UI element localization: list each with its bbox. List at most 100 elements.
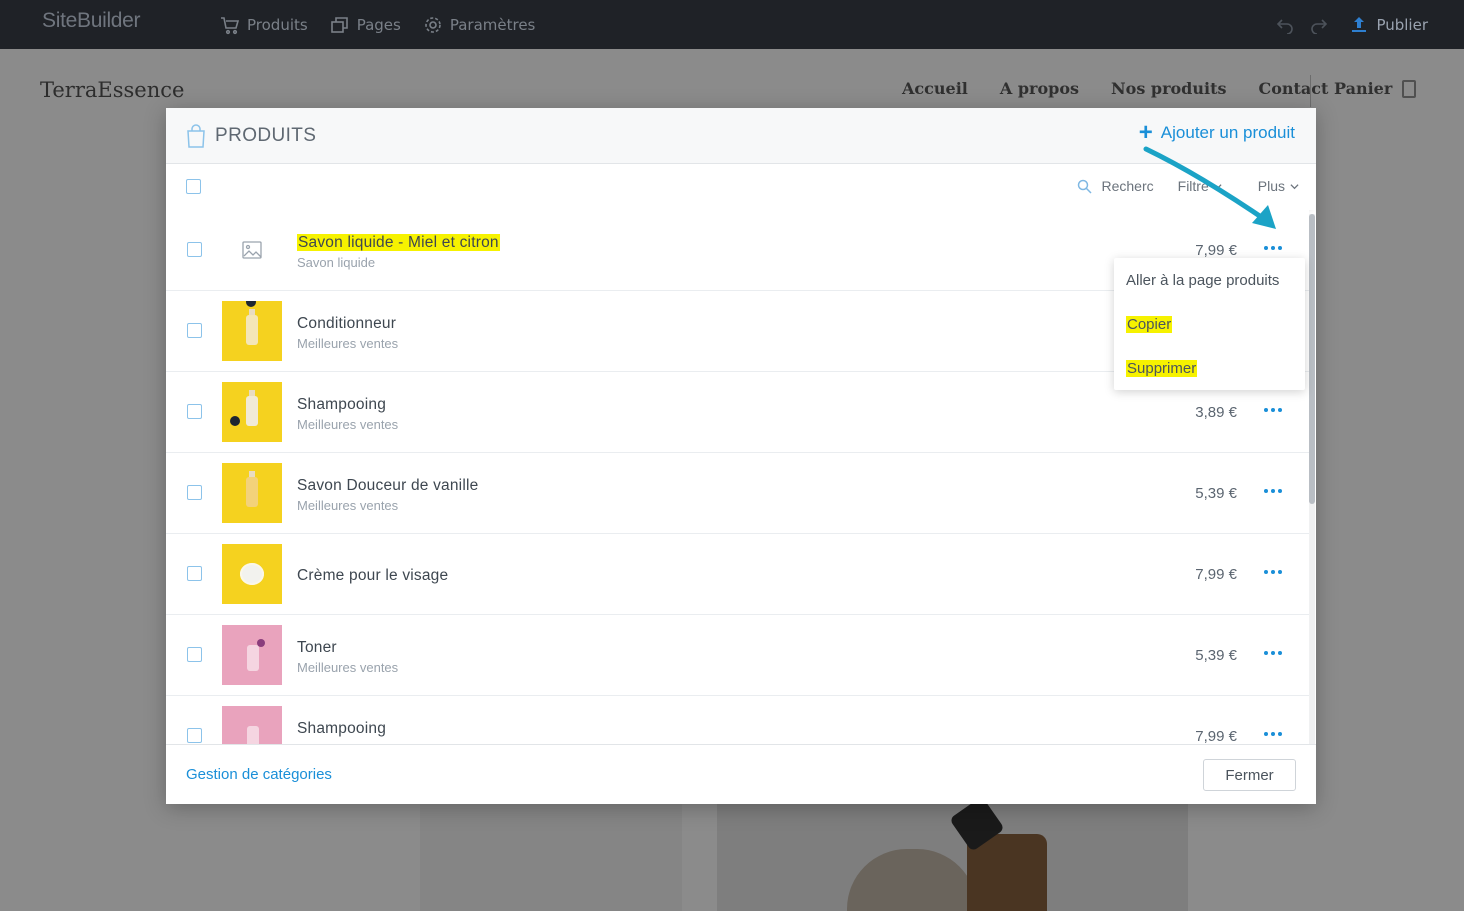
product-thumbnail (222, 382, 282, 442)
product-category: Meilleures ventes (297, 336, 399, 351)
modal-title: PRODUITS (186, 124, 316, 148)
product-price: 5,39 € (1195, 647, 1237, 664)
product-price: 5,39 € (1195, 485, 1237, 502)
app-brand: SiteBuilder (42, 9, 141, 32)
nav-pages-label: Pages (356, 15, 401, 34)
row-checkbox[interactable] (187, 242, 202, 257)
bottle-shape (246, 396, 258, 426)
plus-icon: + (1138, 119, 1153, 146)
product-category: Meilleures ventes (297, 417, 399, 432)
bottle-shape (247, 645, 259, 671)
more-label: Plus (1257, 178, 1285, 194)
product-row[interactable]: Savon Douceur de vanille Meilleures vent… (166, 453, 1309, 534)
menu-item-copy[interactable]: Copier (1126, 316, 1173, 333)
add-product-button[interactable]: + Ajouter un produit (1138, 119, 1295, 146)
more-dropdown[interactable]: Plus (1258, 178, 1299, 194)
app-topbar: SiteBuilder Produits Pages Paramètres Pu… (0, 0, 1464, 49)
site-nav-accueil: Accueil (902, 79, 968, 98)
leaf-shape (230, 416, 240, 426)
product-name: Toner (297, 639, 337, 656)
more-options-icon[interactable] (1261, 240, 1285, 256)
row-checkbox[interactable] (187, 566, 202, 581)
site-nav-contact: Contact (1258, 79, 1329, 98)
product-category: Savon liquide (297, 255, 376, 270)
site-cart: Panier (1334, 79, 1417, 98)
bottle-shape (246, 477, 258, 507)
upload-icon (1352, 16, 1367, 32)
bottle-shape (247, 726, 259, 744)
site-hero-image-right (717, 804, 1188, 911)
more-options-icon[interactable] (1261, 402, 1285, 418)
list-scrollbar[interactable] (1309, 214, 1315, 744)
filter-label: Filtre (1177, 178, 1209, 194)
list-toolbar: Recherc Filtre Plus (166, 165, 1316, 210)
publish-label: Publier (1376, 15, 1428, 34)
product-category: Meilleures ventes (297, 498, 399, 513)
product-thumbnail (222, 220, 282, 280)
filter-dropdown[interactable]: Filtre (1178, 178, 1222, 194)
scrollbar-thumb[interactable] (1309, 214, 1315, 504)
product-category: Meilleures ventes (297, 660, 399, 675)
nav-pages[interactable]: Pages (330, 15, 401, 35)
row-checkbox[interactable] (187, 728, 202, 743)
site-nav: Accueil A propos Nos produits Contact (902, 79, 1328, 98)
site-nav-divider (1310, 75, 1311, 107)
product-name: Savon Douceur de vanille (297, 477, 479, 494)
manage-categories-link[interactable]: Gestion de catégories (186, 766, 332, 783)
modal-header: PRODUITS + Ajouter un produit (166, 108, 1316, 164)
product-thumbnail (222, 544, 282, 604)
product-row[interactable]: Shampooing 7,99 € (166, 696, 1309, 744)
more-options-icon[interactable] (1261, 726, 1285, 742)
product-name-text: Savon liquide - Miel et citron (297, 234, 500, 251)
search-input[interactable]: Recherc (1077, 178, 1154, 194)
product-name: Shampooing (297, 720, 387, 737)
undo-icon[interactable] (1276, 16, 1294, 34)
publish-button[interactable]: Publier (1350, 16, 1428, 34)
row-checkbox[interactable] (187, 485, 202, 500)
menu-item-delete[interactable]: Supprimer (1126, 360, 1198, 377)
shopping-bag-icon (1402, 79, 1417, 98)
site-nav-apropos: A propos (999, 79, 1080, 98)
search-placeholder: Recherc (1101, 178, 1154, 194)
product-price: 3,89 € (1195, 404, 1237, 421)
add-product-label: Ajouter un produit (1160, 123, 1295, 142)
nav-produits-label: Produits (247, 15, 308, 34)
product-row[interactable]: Toner Meilleures ventes 5,39 € (166, 615, 1309, 696)
site-cart-label: Panier (1334, 79, 1393, 98)
row-checkbox[interactable] (187, 647, 202, 662)
close-button[interactable]: Fermer (1203, 759, 1296, 791)
product-thumbnail (222, 706, 282, 744)
row-checkbox[interactable] (187, 323, 202, 338)
product-name: Crème pour le visage (297, 567, 449, 584)
product-name: Conditionneur (297, 315, 397, 332)
more-options-icon[interactable] (1261, 564, 1285, 580)
product-thumbnail (222, 301, 282, 361)
select-all-checkbox[interactable] (186, 179, 201, 194)
menu-item-copy-label: Copier (1126, 316, 1173, 333)
product-thumbnail (222, 625, 282, 685)
gear-icon (425, 16, 441, 33)
stone-shape (847, 849, 977, 911)
more-options-icon[interactable] (1261, 645, 1285, 661)
pages-icon (330, 16, 348, 33)
product-row[interactable]: Crème pour le visage 7,99 € (166, 534, 1309, 615)
nav-parametres[interactable]: Paramètres (423, 15, 535, 35)
product-price: 7,99 € (1195, 566, 1237, 583)
redo-icon[interactable] (1310, 16, 1328, 34)
app-nav: Produits Pages Paramètres (220, 0, 535, 49)
row-options-menu: Aller à la page produits Copier Supprime… (1114, 258, 1305, 390)
more-options-icon[interactable] (1261, 483, 1285, 499)
site-logo: TerraEssence (40, 78, 185, 102)
menu-item-go-to-page[interactable]: Aller à la page produits (1126, 272, 1279, 289)
shopping-bag-icon (187, 124, 205, 148)
product-price: 7,99 € (1195, 728, 1237, 744)
bottle-shape (246, 315, 258, 345)
product-thumbnail (222, 463, 282, 523)
leaf-shape (246, 301, 256, 307)
products-modal: PRODUITS + Ajouter un produit Recherc Fi… (166, 108, 1316, 804)
search-icon (1077, 179, 1092, 194)
chevron-down-icon (1213, 183, 1222, 189)
nav-produits[interactable]: Produits (220, 15, 308, 35)
flower-shape (257, 639, 265, 647)
row-checkbox[interactable] (187, 404, 202, 419)
